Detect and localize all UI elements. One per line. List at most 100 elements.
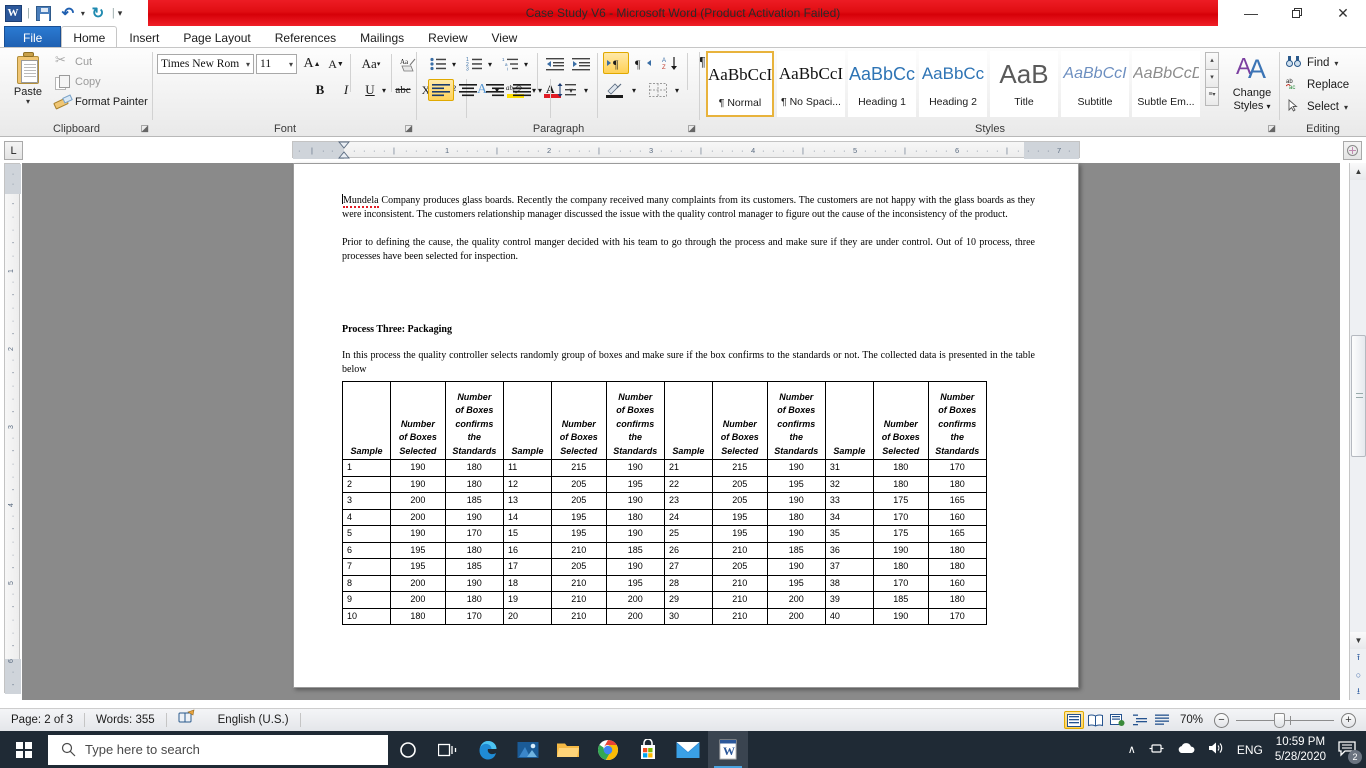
align-center-icon[interactable] xyxy=(455,79,481,101)
packaging-data-table[interactable]: Sample Number of Boxes Selected Number of B… xyxy=(342,381,988,626)
customize-qat-icon[interactable]: ▾ xyxy=(118,8,123,19)
style-title[interactable]: AaB Title xyxy=(990,51,1058,117)
shading-dropdown-icon[interactable]: ▾ xyxy=(628,79,640,101)
notifications-icon[interactable]: 2 xyxy=(1338,740,1362,764)
find-button[interactable]: Find ▾ xyxy=(1286,52,1349,74)
chrome-icon[interactable] xyxy=(588,731,628,768)
outline-icon[interactable] xyxy=(1130,711,1150,729)
language-indicator-tray[interactable]: ENG xyxy=(1237,743,1263,757)
file-explorer-icon[interactable] xyxy=(548,731,588,768)
style-normal[interactable]: AaBbCcI ¶ Normal xyxy=(706,51,774,117)
scroll-up-button[interactable]: ▲ xyxy=(1350,163,1366,180)
scrollbar-thumb[interactable] xyxy=(1351,335,1366,457)
word-icon[interactable]: W xyxy=(708,731,748,768)
tab-mailings[interactable]: Mailings xyxy=(348,26,416,48)
scroll-down-button[interactable]: ▼ xyxy=(1350,632,1366,649)
borders-icon[interactable] xyxy=(645,79,671,101)
network-icon[interactable] xyxy=(1148,742,1165,758)
undo-icon[interactable]: ↶ xyxy=(57,2,79,24)
bold-button[interactable]: B xyxy=(309,79,331,101)
tab-home[interactable]: Home xyxy=(61,26,118,48)
tab-insert[interactable]: Insert xyxy=(117,26,171,48)
align-left-icon[interactable] xyxy=(428,79,454,101)
draft-icon[interactable] xyxy=(1152,711,1172,729)
increase-indent-icon[interactable] xyxy=(569,53,593,75)
bullets-dropdown-icon[interactable]: ▾ xyxy=(448,53,460,75)
vertical-ruler[interactable]: · · - · · - · 1 · - · · - 2 · - · · - 3 · - · · - 4 · - · · -… xyxy=(4,163,21,694)
style-heading-2[interactable]: AaBbCc Heading 2 xyxy=(919,51,987,117)
search-input[interactable]: Type here to search xyxy=(48,734,388,765)
full-screen-reading-icon[interactable] xyxy=(1086,711,1106,729)
web-layout-icon[interactable] xyxy=(1108,711,1128,729)
mail-icon[interactable] xyxy=(668,731,708,768)
redo-icon[interactable]: ↻ xyxy=(87,2,109,24)
zoom-level[interactable]: 70% xyxy=(1180,714,1207,726)
next-page-button[interactable]: ⭳ xyxy=(1350,683,1366,700)
photos-icon[interactable] xyxy=(508,731,548,768)
save-icon[interactable] xyxy=(33,2,55,24)
styles-more-icon[interactable]: ≡▾ xyxy=(1205,88,1219,106)
change-case-button[interactable]: Aa ▾ xyxy=(356,53,386,75)
change-styles-button[interactable]: AA Change Styles ▾ xyxy=(1225,52,1279,113)
grow-font-button[interactable]: A ▲ xyxy=(301,53,323,75)
edge-icon[interactable] xyxy=(468,731,508,768)
align-right-icon[interactable] xyxy=(482,79,508,101)
underline-dropdown-icon[interactable]: ▾ xyxy=(378,79,390,101)
multilevel-dropdown-icon[interactable]: ▾ xyxy=(520,53,532,75)
select-browse-object-small[interactable]: ○ xyxy=(1350,666,1366,683)
rtl-text-direction-icon[interactable]: ¶ xyxy=(631,52,657,74)
replace-button[interactable]: ab ac Replace xyxy=(1285,74,1349,96)
close-button[interactable]: ✕ xyxy=(1320,0,1366,26)
print-layout-icon[interactable] xyxy=(1063,711,1084,729)
numbering-icon[interactable]: 123 xyxy=(463,53,485,75)
font-name-box[interactable]: Times New Rom ▾ xyxy=(157,54,254,74)
shading-icon[interactable] xyxy=(602,79,628,101)
cut-button[interactable]: Cut xyxy=(52,52,152,72)
volume-icon[interactable] xyxy=(1208,741,1225,758)
proofing-status-icon[interactable] xyxy=(167,709,207,732)
ltr-text-direction-icon[interactable]: ¶ xyxy=(603,52,629,74)
styles-dialog-launcher[interactable]: ◪ xyxy=(1267,123,1276,134)
strikethrough-button[interactable]: abc xyxy=(391,79,415,101)
style-subtitle[interactable]: AaBbCcI Subtitle xyxy=(1061,51,1129,117)
indent-markers-icon[interactable] xyxy=(337,141,357,160)
justify-dropdown-icon[interactable]: ▾ xyxy=(534,79,546,101)
tab-stop-selector[interactable]: L xyxy=(4,141,23,160)
style-no-spacing[interactable]: AaBbCcI ¶ No Spaci... xyxy=(777,51,845,117)
start-button[interactable] xyxy=(0,731,48,768)
line-spacing-dropdown-icon[interactable]: ▾ xyxy=(580,79,592,101)
previous-page-button[interactable]: ⭱ xyxy=(1350,649,1366,666)
vertical-scrollbar[interactable]: ▲ ▼ ⭱ ○ ⭳ xyxy=(1349,163,1366,700)
zoom-slider-thumb[interactable] xyxy=(1274,712,1285,728)
word-count[interactable]: Words: 355 xyxy=(85,709,166,732)
page-indicator[interactable]: Page: 2 of 3 xyxy=(0,709,84,732)
font-size-box[interactable]: 11 ▾ xyxy=(256,54,297,74)
shrink-font-button[interactable]: A ▼ xyxy=(325,53,347,75)
select-dropdown-icon[interactable]: ▾ xyxy=(1344,103,1348,112)
document-page[interactable]: Mundela Company produces glass boards. R… xyxy=(293,163,1079,688)
paragraph-dialog-launcher[interactable]: ◪ xyxy=(687,123,696,134)
cortana-icon[interactable] xyxy=(388,731,428,768)
microsoft-store-icon[interactable] xyxy=(628,731,668,768)
italic-button[interactable]: I xyxy=(335,79,357,101)
undo-dropdown-icon[interactable]: ▾ xyxy=(81,9,85,18)
tab-file[interactable]: File xyxy=(4,26,62,48)
bullets-icon[interactable] xyxy=(427,53,449,75)
zoom-in-button[interactable]: + xyxy=(1341,712,1356,728)
tab-view[interactable]: View xyxy=(480,26,530,48)
styles-scroll-up-icon[interactable]: ▴ xyxy=(1205,52,1219,70)
show-hidden-icons-icon[interactable]: ∧ xyxy=(1128,743,1136,756)
style-subtle-emphasis[interactable]: AaBbCcD Subtle Em... xyxy=(1132,51,1200,117)
paste-dropdown-icon[interactable]: ▾ xyxy=(6,98,50,106)
horizontal-ruler[interactable]: · | · · · · · · | · · · · 1 · · · · | · · · · 2 · · · · | · · · · … xyxy=(292,141,1080,160)
restore-button[interactable] xyxy=(1274,0,1320,26)
find-dropdown-icon[interactable]: ▾ xyxy=(1334,59,1338,68)
styles-scroll-down-icon[interactable]: ▾ xyxy=(1205,70,1219,88)
clock[interactable]: 10:59 PM 5/28/2020 xyxy=(1275,735,1326,765)
language-indicator[interactable]: English (U.S.) xyxy=(207,709,300,732)
borders-dropdown-icon[interactable]: ▾ xyxy=(671,79,683,101)
document-canvas[interactable]: Mundela Company produces glass boards. R… xyxy=(22,163,1340,700)
numbering-dropdown-icon[interactable]: ▾ xyxy=(484,53,496,75)
select-button[interactable]: Select ▾ xyxy=(1286,96,1349,118)
tab-review[interactable]: Review xyxy=(416,26,479,48)
